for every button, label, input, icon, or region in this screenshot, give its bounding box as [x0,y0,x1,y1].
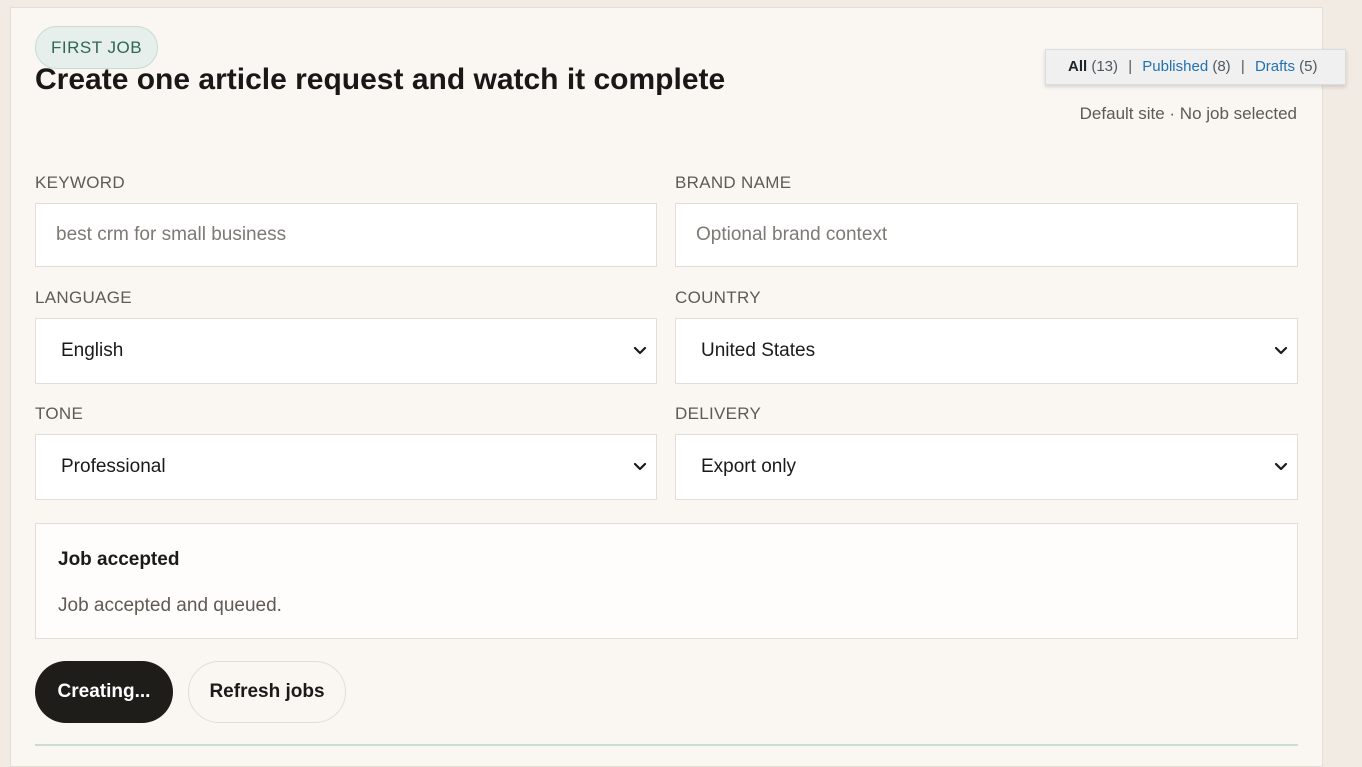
keyword-label: KEYWORD [35,173,125,192]
tone-value: Professional [61,456,166,477]
delivery-label: DELIVERY [675,404,762,423]
tone-label: TONE [35,404,84,423]
country-select[interactable]: United States [675,318,1298,384]
filter-drafts[interactable]: Drafts [1255,58,1295,75]
tone-select[interactable]: Professional [35,434,657,500]
keyword-input[interactable] [35,203,657,267]
language-value: English [61,340,124,361]
filter-published[interactable]: Published [1142,58,1208,75]
chevron-down-icon [1274,435,1288,499]
chevron-down-icon [633,319,647,383]
filter-drafts-count: (5) [1299,58,1318,75]
filter-separator: | [1128,58,1133,75]
post-status-filters: All (13) | Published (8) | Drafts (5) [1045,49,1346,85]
job-status-card: Job accepted Job accepted and queued. [35,523,1298,639]
filter-separator: | [1240,58,1245,75]
filter-all-count: (13) [1091,58,1119,75]
language-label: LANGUAGE [35,288,132,307]
divider [35,744,1298,746]
refresh-jobs-button[interactable]: Refresh jobs [188,661,346,723]
chevron-down-icon [1274,319,1288,383]
filter-all[interactable]: All [1068,58,1087,75]
status-message: Job accepted and queued. [58,595,282,616]
brand-name-input[interactable] [675,203,1298,267]
create-job-button[interactable]: Creating... [35,661,173,723]
delivery-value: Export only [701,456,797,477]
chevron-down-icon [633,435,647,499]
filter-published-count: (8) [1212,58,1231,75]
site-job-status: Default site · No job selected [1079,104,1297,123]
status-title: Job accepted [58,549,180,570]
language-select[interactable]: English [35,318,657,384]
country-label: COUNTRY [675,288,761,307]
country-value: United States [701,340,816,361]
brand-name-label: BRAND NAME [675,173,792,192]
create-job-panel: FIRST JOB Create one article request and… [10,7,1323,767]
page-title: Create one article request and watch it … [35,63,726,96]
delivery-select[interactable]: Export only [675,434,1298,500]
